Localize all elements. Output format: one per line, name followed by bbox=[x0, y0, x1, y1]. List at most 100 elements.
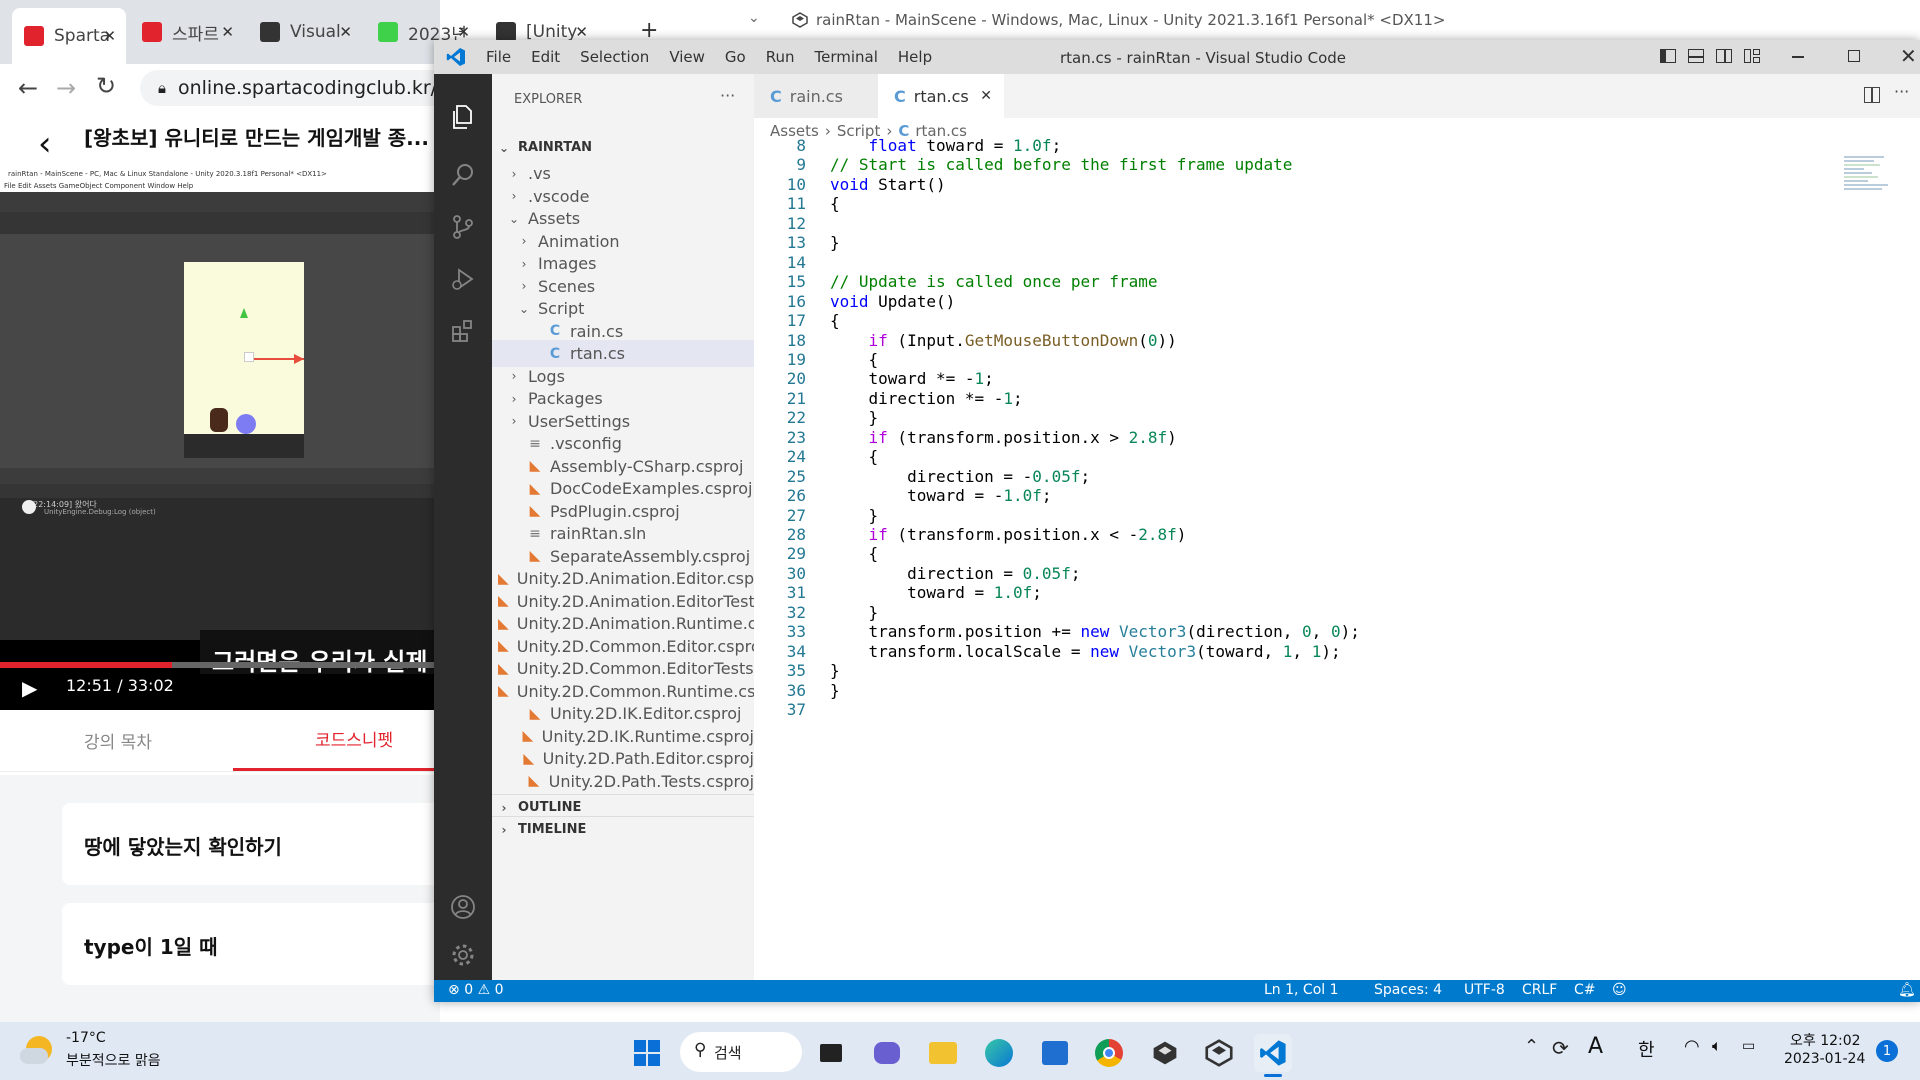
close-tab-icon[interactable]: ✕ bbox=[457, 23, 470, 41]
more-actions-icon[interactable]: ··· bbox=[720, 86, 735, 105]
input-mode-a[interactable]: A bbox=[1588, 1034, 1603, 1059]
csproj-file-icon: ◣ bbox=[498, 593, 509, 609]
menu-help[interactable]: Help bbox=[898, 48, 932, 66]
split-editor-icon[interactable] bbox=[1864, 87, 1880, 103]
menu-edit[interactable]: Edit bbox=[531, 48, 560, 66]
explorer-sidebar: EXPLORER ··· ⌄ RAINRTAN › .vs › .vscode ⌄ Asse… bbox=[492, 74, 816, 980]
back-icon[interactable]: ← bbox=[18, 74, 38, 102]
language-mode[interactable]: C# bbox=[1574, 982, 1596, 998]
unity-window-titlebar[interactable]: rainRtan - MainScene - Windows, Mac, Lin… bbox=[782, 0, 1920, 40]
tree-file[interactable]: ◣ Unity.2D.Path.Tests.csproj bbox=[492, 768, 754, 795]
browser-tab[interactable]: 스파르 ✕ bbox=[130, 10, 244, 54]
close-tab-icon[interactable]: ✕ bbox=[221, 23, 234, 41]
code-token: ); bbox=[1340, 622, 1360, 642]
code-token: 1 bbox=[1003, 388, 1014, 408]
address-bar[interactable]: 🔒︎ online.spartacodingclub.kr/enrol bbox=[140, 70, 485, 106]
line-ending[interactable]: CRLF bbox=[1522, 982, 1557, 998]
minimize-icon[interactable] bbox=[1792, 56, 1804, 58]
tab-code-snippets[interactable]: 코드스니펫 bbox=[315, 726, 393, 751]
edge-browser-icon[interactable] bbox=[980, 1034, 1018, 1072]
weather-description[interactable]: 부분적으로 맑음 bbox=[66, 1050, 161, 1070]
browser-tab[interactable]: Sparta ✕ bbox=[12, 8, 126, 64]
line-number: 13 bbox=[786, 233, 806, 253]
extensions-icon[interactable] bbox=[434, 302, 492, 360]
code-text: transform.localScale = new Vector3(towar… bbox=[830, 642, 1341, 661]
tab-list-chevron-icon[interactable]: ⌄ bbox=[748, 10, 760, 26]
video-unity-console-toolbar bbox=[0, 484, 440, 498]
tray-sync-icon[interactable]: ⟳ bbox=[1552, 1036, 1569, 1060]
search-icon[interactable] bbox=[434, 146, 492, 204]
code-token: ) bbox=[1176, 525, 1187, 544]
input-mode-han[interactable]: 한 bbox=[1638, 1036, 1655, 1062]
back-chevron-icon[interactable]: ‹ bbox=[38, 124, 52, 164]
timeline-section[interactable]: › TIMELINE bbox=[492, 816, 754, 843]
menu-selection[interactable]: Selection bbox=[580, 48, 649, 66]
editor-more-icon[interactable]: ··· bbox=[1894, 82, 1909, 101]
vscode-taskbar-icon[interactable] bbox=[1254, 1034, 1292, 1072]
teams-chat-icon[interactable] bbox=[868, 1034, 906, 1072]
taskbar-search[interactable]: ⚲ 검색 bbox=[680, 1032, 802, 1072]
snippet-card[interactable]: 땅에 닿았는지 확인하기 bbox=[62, 803, 462, 885]
wifi-icon[interactable]: ◠ bbox=[1684, 1036, 1700, 1057]
code-editor[interactable]: 8 float toward = 1.0f; 9 // Start is calle… bbox=[754, 134, 1854, 934]
toggle-secondary-sidebar-icon[interactable] bbox=[1716, 49, 1732, 63]
encoding[interactable]: UTF-8 bbox=[1464, 982, 1505, 998]
menu-view[interactable]: View bbox=[669, 48, 705, 66]
battery-icon[interactable]: ▭ bbox=[1742, 1038, 1755, 1054]
source-control-icon[interactable] bbox=[434, 198, 492, 256]
weather-temperature[interactable]: -17°C bbox=[66, 1030, 106, 1046]
taskbar-time[interactable]: 오후 12:02 bbox=[1790, 1030, 1861, 1050]
problems-indicator[interactable]: ⊗ 0 ⚠ 0 bbox=[448, 982, 504, 998]
toggle-panel-icon[interactable] bbox=[1688, 49, 1704, 63]
tab-lecture-index[interactable]: 강의 목차 bbox=[84, 728, 152, 753]
line-number: 34 bbox=[786, 641, 806, 661]
explorer-icon[interactable] bbox=[434, 88, 492, 146]
file-explorer-icon[interactable] bbox=[924, 1034, 962, 1072]
close-window-icon[interactable]: ✕ bbox=[1900, 44, 1917, 68]
volume-icon[interactable]: 🔈︎ bbox=[1712, 1036, 1722, 1056]
notification-badge[interactable]: 1 bbox=[1876, 1040, 1898, 1062]
editor-tab-rain[interactable]: Crain.cs bbox=[754, 74, 878, 118]
reload-icon[interactable]: ↻ bbox=[96, 72, 116, 100]
minimap[interactable] bbox=[1844, 154, 1904, 214]
task-view-icon[interactable] bbox=[812, 1034, 850, 1072]
menu-go[interactable]: Go bbox=[725, 48, 746, 66]
code-token: ); bbox=[1321, 641, 1341, 661]
microsoft-store-icon[interactable] bbox=[1036, 1034, 1074, 1072]
menu-terminal[interactable]: Terminal bbox=[815, 48, 878, 66]
close-tab-icon[interactable]: ✕ bbox=[980, 88, 992, 104]
unity-hub-icon[interactable] bbox=[1146, 1034, 1184, 1072]
customize-layout-icon[interactable] bbox=[1744, 49, 1760, 63]
forward-icon[interactable]: → bbox=[56, 74, 76, 102]
toggle-primary-sidebar-icon[interactable] bbox=[1660, 49, 1676, 63]
run-debug-icon[interactable] bbox=[434, 250, 492, 308]
search-magnifier-icon: ⚲ bbox=[694, 1040, 707, 1060]
unity-editor-icon[interactable] bbox=[1200, 1034, 1238, 1072]
notifications-bell-icon[interactable]: 🔔︎ bbox=[1898, 982, 1916, 998]
tray-overflow-chevron-icon[interactable]: ⌃ bbox=[1524, 1036, 1539, 1057]
unity-logo-icon bbox=[792, 12, 808, 28]
cursor-position[interactable]: Ln 1, Col 1 bbox=[1264, 982, 1339, 998]
settings-gear-icon[interactable] bbox=[434, 926, 492, 984]
explorer-root[interactable]: ⌄ RAINRTAN bbox=[492, 134, 754, 161]
tab-favicon-icon bbox=[496, 22, 516, 42]
indentation[interactable]: Spaces: 4 bbox=[1374, 982, 1442, 998]
line-number: 20 bbox=[786, 369, 806, 389]
close-tab-icon[interactable]: ✕ bbox=[103, 27, 116, 45]
editor-tab-rtan[interactable]: Crtan.cs ✕ bbox=[878, 74, 1004, 118]
menu-file[interactable]: File bbox=[486, 48, 511, 66]
close-tab-icon[interactable]: ✕ bbox=[575, 23, 588, 41]
menu-run[interactable]: Run bbox=[766, 48, 795, 66]
browser-tab[interactable]: Visual ✕ bbox=[248, 10, 362, 54]
start-windows-icon[interactable] bbox=[628, 1034, 666, 1072]
code-token: 2.8f bbox=[1128, 427, 1168, 447]
taskbar-date[interactable]: 2023-01-24 bbox=[1784, 1051, 1865, 1067]
maximize-icon[interactable] bbox=[1848, 50, 1860, 62]
close-tab-icon[interactable]: ✕ bbox=[339, 23, 352, 41]
code-text: toward = -1.0f; bbox=[830, 486, 1052, 505]
chrome-icon[interactable] bbox=[1090, 1034, 1128, 1072]
feedback-icon[interactable]: ☺ bbox=[1612, 982, 1627, 998]
play-icon[interactable]: ▶ bbox=[22, 676, 37, 700]
snippet-card[interactable]: type이 1일 때 bbox=[62, 903, 462, 985]
